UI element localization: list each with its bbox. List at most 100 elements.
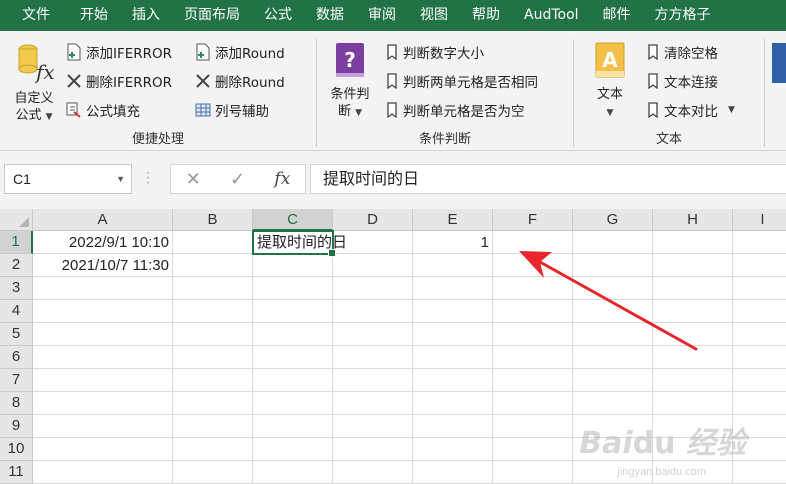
tab-insert[interactable]: 插入 (120, 0, 172, 31)
name-box-value: C1 (13, 171, 31, 187)
remove-iferror-button[interactable]: 删除IFERROR (66, 70, 172, 92)
tab-home[interactable]: 开始 (68, 0, 120, 31)
condition-judge-button[interactable]: ? 条件判 断 ▼ (325, 41, 375, 122)
row-header-7[interactable]: 7 (0, 369, 33, 392)
add-iferror-button[interactable]: 添加IFERROR (66, 41, 172, 63)
row-header-11[interactable]: 11 (0, 461, 33, 484)
custom-formula-icon: fx (18, 44, 55, 84)
add-iferror-label: 添加IFERROR (86, 46, 173, 62)
add-document-icon (196, 43, 210, 61)
row-header-9[interactable]: 9 (0, 415, 33, 438)
grid-line-horizontal (33, 345, 786, 346)
chevron-down-icon[interactable]: ▼ (116, 165, 125, 193)
column-header-e[interactable]: E (413, 209, 493, 231)
ribbon-tab-bar: 文件 开始 插入 页面布局 公式 数据 审阅 视图 帮助 AudTool 邮件 … (0, 0, 786, 31)
column-helper-button[interactable]: 列号辅助 (195, 99, 269, 121)
text-compare-button[interactable]: 文本对比 ▼ (646, 99, 735, 121)
cell-a1[interactable]: 2022/9/1 10:10 (33, 231, 173, 254)
question-book-icon: ? (336, 43, 364, 77)
cell-e1[interactable]: 1 (413, 231, 493, 254)
tab-page-layout[interactable]: 页面布局 (172, 0, 252, 31)
formula-fill-icon (66, 102, 81, 118)
judge-cell-empty-button[interactable]: 判断单元格是否为空 (385, 99, 525, 121)
ribbon-panel: fx 自定义 公式 ▼ 添加IFERROR 删除IFERROR 公式填充 添加R… (0, 31, 786, 151)
svg-text:A: A (602, 48, 618, 72)
row-header-5[interactable]: 5 (0, 323, 33, 346)
column-header-a[interactable]: A (33, 209, 173, 231)
remove-round-button[interactable]: 删除Round (195, 70, 285, 92)
svg-text:fx: fx (34, 60, 54, 84)
bookmark-icon (387, 44, 397, 60)
column-header-c[interactable]: C (253, 209, 333, 231)
formula-fill-button[interactable]: 公式填充 (66, 99, 140, 121)
group-condition: ? 条件判 断 ▼ 判断数字大小 判断两单元格是否相同 判断单元格是否为空 条件… (317, 31, 573, 151)
text-button-label: 文本 (596, 87, 623, 102)
row-header-10[interactable]: 10 (0, 438, 33, 461)
column-header-f[interactable]: F (493, 209, 573, 231)
tab-help[interactable]: 帮助 (460, 0, 512, 31)
row-header-3[interactable]: 3 (0, 277, 33, 300)
drag-handle-icon[interactable]: · · · (146, 167, 150, 189)
group-text: A 文本 ▼ 清除空格 文本连接 文本对比 ▼ 文本 (574, 31, 764, 151)
group-convenient-label: 便捷处理 (131, 132, 184, 147)
grid-line-horizontal (33, 299, 786, 300)
chevron-down-icon: ▼ (45, 112, 53, 122)
custom-formula-label-1: 自定义 (14, 91, 54, 106)
row-header-4[interactable]: 4 (0, 300, 33, 323)
custom-formula-label-2-wrap: 公式 ▼ (8, 107, 60, 126)
group-separator (764, 39, 765, 147)
name-box[interactable]: C1 ▼ (4, 164, 132, 194)
tab-fangfang[interactable]: 方方格子 (643, 0, 723, 31)
confirm-check-icon[interactable]: ✓ (230, 169, 245, 190)
formula-bar: C1 ▼ · · · ✕ ✓ fx 提取时间的日 (0, 151, 786, 209)
insert-function-icon[interactable]: fx (274, 169, 290, 189)
bookmark-icon (387, 102, 397, 118)
tab-mail[interactable]: 邮件 (591, 0, 643, 31)
group-convenient: fx 自定义 公式 ▼ 添加IFERROR 删除IFERROR 公式填充 添加R… (0, 31, 316, 151)
judge-number-size-button[interactable]: 判断数字大小 (385, 41, 484, 63)
tab-file[interactable]: 文件 (0, 0, 68, 31)
watermark-url: jingyan.baidu.com (617, 466, 706, 478)
remove-iferror-label: 删除IFERROR (86, 75, 173, 91)
bookmark-icon (648, 73, 658, 89)
select-all-corner[interactable] (0, 209, 33, 231)
cell-a2[interactable]: 2021/10/7 11:30 (33, 254, 173, 277)
row-header-2[interactable]: 2 (0, 254, 33, 277)
formula-fill-label: 公式填充 (86, 104, 140, 120)
column-header-g[interactable]: G (573, 209, 653, 231)
chevron-down-icon: ▼ (606, 108, 614, 118)
custom-formula-button[interactable]: fx 自定义 公式 ▼ (8, 41, 60, 126)
grid-line-horizontal (33, 322, 786, 323)
text-button[interactable]: A 文本 ▼ (586, 41, 634, 122)
row-header-1[interactable]: 1 (0, 231, 33, 254)
delete-x-icon (196, 74, 210, 88)
svg-text:?: ? (344, 48, 356, 72)
column-header-b[interactable]: B (173, 209, 253, 231)
row-header-6[interactable]: 6 (0, 346, 33, 369)
tab-review[interactable]: 审阅 (356, 0, 408, 31)
formula-input[interactable]: 提取时间的日 (310, 164, 786, 194)
bookmark-icon (387, 73, 397, 89)
delete-x-icon (67, 74, 81, 88)
column-header-i[interactable]: I (733, 209, 786, 231)
clear-spaces-button[interactable]: 清除空格 (646, 41, 718, 63)
tab-audtool[interactable]: AudTool (512, 0, 591, 31)
table-grid-icon (195, 103, 211, 117)
add-round-button[interactable]: 添加Round (195, 41, 285, 63)
tab-formulas[interactable]: 公式 (252, 0, 304, 31)
text-join-button[interactable]: 文本连接 (646, 70, 718, 92)
add-round-label: 添加Round (215, 46, 285, 62)
column-header-d[interactable]: D (333, 209, 413, 231)
row-header-8[interactable]: 8 (0, 392, 33, 415)
column-header-h[interactable]: H (653, 209, 733, 231)
text-join-label: 文本连接 (664, 75, 718, 91)
judge-cells-equal-button[interactable]: 判断两单元格是否相同 (385, 70, 538, 92)
grid-line-horizontal (33, 391, 786, 392)
chevron-down-icon: ▼ (355, 108, 363, 118)
tab-data[interactable]: 数据 (304, 0, 356, 31)
cancel-icon[interactable]: ✕ (186, 169, 201, 190)
bookmark-icon (648, 44, 658, 60)
tab-view[interactable]: 视图 (408, 0, 460, 31)
selected-cell-outline[interactable] (252, 230, 336, 257)
remove-round-label: 删除Round (215, 75, 285, 91)
